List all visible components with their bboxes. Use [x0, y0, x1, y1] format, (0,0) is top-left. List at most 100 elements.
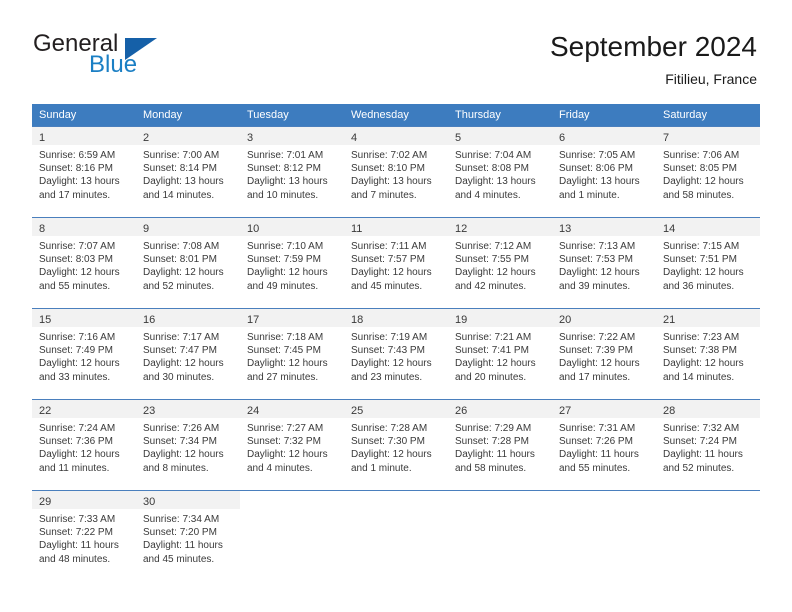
- sunrise-text: Sunrise: 7:22 AM: [559, 332, 636, 343]
- day-number: 20: [559, 314, 572, 326]
- sunset-text: Sunset: 8:03 PM: [39, 254, 113, 266]
- day-details: Sunrise: 7:18 AM Sunset: 7:45 PM Daylight:…: [240, 327, 344, 384]
- day-number: 22: [39, 405, 52, 417]
- calendar-day-cell[interactable]: 2 Sunrise: 7:00 AM Sunset: 8:14 PM Daylight…: [136, 126, 240, 218]
- day-number-band: 24: [240, 400, 344, 418]
- day-details: Sunrise: 7:28 AM Sunset: 7:30 PM Daylight:…: [344, 418, 448, 475]
- calendar-day-cell[interactable]: 30 Sunrise: 7:34 AM Sunset: 7:20 PM Dayligh…: [136, 490, 240, 581]
- daylight-text-line2: and 7 minutes.: [351, 189, 417, 201]
- sunset-text: Sunset: 8:16 PM: [39, 163, 113, 175]
- day-number-band: 2: [136, 127, 240, 145]
- calendar-day-cell[interactable]: 18 Sunrise: 7:19 AM Sunset: 7:43 PM Dayligh…: [344, 308, 448, 400]
- sunset-text: Sunset: 7:51 PM: [663, 254, 737, 266]
- calendar-day-cell[interactable]: 5 Sunrise: 7:04 AM Sunset: 8:08 PM Daylight…: [448, 126, 552, 218]
- calendar-day-cell[interactable]: 1 Sunrise: 6:59 AM Sunset: 8:16 PM Daylight…: [32, 126, 136, 218]
- calendar-week-row: 29 Sunrise: 7:33 AM Sunset: 7:22 PM Dayligh…: [32, 490, 760, 581]
- calendar-day-cell[interactable]: 4 Sunrise: 7:02 AM Sunset: 8:10 PM Daylight…: [344, 126, 448, 218]
- sunset-text: Sunset: 7:55 PM: [455, 254, 529, 266]
- calendar-body: 1 Sunrise: 6:59 AM Sunset: 8:16 PM Daylight…: [32, 126, 760, 581]
- day-number: 5: [455, 132, 462, 144]
- general-blue-logo[interactable]: General Blue: [33, 32, 233, 82]
- sunset-text: Sunset: 7:32 PM: [247, 436, 321, 448]
- day-number: 29: [39, 496, 52, 508]
- sunrise-text: Sunrise: 7:16 AM: [39, 332, 116, 343]
- calendar-cell-empty: [240, 490, 344, 581]
- daylight-text-line1: Daylight: 12 hours: [663, 267, 744, 279]
- calendar-day-cell[interactable]: 17 Sunrise: 7:18 AM Sunset: 7:45 PM Dayligh…: [240, 308, 344, 400]
- day-details: Sunrise: 7:34 AM Sunset: 7:20 PM Daylight:…: [136, 509, 240, 566]
- calendar-day-cell[interactable]: 11 Sunrise: 7:11 AM Sunset: 7:57 PM Dayligh…: [344, 217, 448, 309]
- sunset-text: Sunset: 7:30 PM: [351, 436, 425, 448]
- calendar-day-cell[interactable]: 16 Sunrise: 7:17 AM Sunset: 7:47 PM Dayligh…: [136, 308, 240, 400]
- day-number: 28: [663, 405, 676, 417]
- day-details: Sunrise: 7:29 AM Sunset: 7:28 PM Daylight:…: [448, 418, 552, 475]
- calendar-day-cell[interactable]: 3 Sunrise: 7:01 AM Sunset: 8:12 PM Daylight…: [240, 126, 344, 218]
- weekday-header-friday: Friday: [552, 104, 656, 127]
- calendar-day-cell[interactable]: 21 Sunrise: 7:23 AM Sunset: 7:38 PM Dayligh…: [656, 308, 760, 400]
- page-header: General Blue September 2024 Fitilieu, Fr…: [0, 0, 792, 104]
- sunset-text: Sunset: 7:49 PM: [39, 345, 113, 357]
- calendar-day-cell[interactable]: 23 Sunrise: 7:26 AM Sunset: 7:34 PM Dayligh…: [136, 399, 240, 491]
- calendar-day-cell[interactable]: 9 Sunrise: 7:08 AM Sunset: 8:01 PM Daylight…: [136, 217, 240, 309]
- sunrise-text: Sunrise: 7:00 AM: [143, 150, 220, 161]
- calendar-day-cell[interactable]: 29 Sunrise: 7:33 AM Sunset: 7:22 PM Dayligh…: [32, 490, 136, 581]
- daylight-text-line2: and 55 minutes.: [559, 462, 631, 474]
- daylight-text-line1: Daylight: 11 hours: [143, 540, 223, 552]
- day-number-band: 4: [344, 127, 448, 145]
- daylight-text-line1: Daylight: 13 hours: [559, 176, 640, 188]
- day-number: 19: [455, 314, 468, 326]
- calendar-day-cell[interactable]: 19 Sunrise: 7:21 AM Sunset: 7:41 PM Dayligh…: [448, 308, 552, 400]
- day-details: Sunrise: 7:27 AM Sunset: 7:32 PM Daylight:…: [240, 418, 344, 475]
- sunset-text: Sunset: 7:43 PM: [351, 345, 425, 357]
- calendar-day-cell[interactable]: 15 Sunrise: 7:16 AM Sunset: 7:49 PM Dayligh…: [32, 308, 136, 400]
- day-details: Sunrise: 7:22 AM Sunset: 7:39 PM Daylight:…: [552, 327, 656, 384]
- sunrise-text: Sunrise: 7:33 AM: [39, 514, 116, 525]
- day-details: Sunrise: 7:00 AM Sunset: 8:14 PM Daylight:…: [136, 145, 240, 202]
- daylight-text-line1: Daylight: 12 hours: [39, 267, 120, 279]
- daylight-text-line1: Daylight: 12 hours: [663, 176, 744, 188]
- day-details: Sunrise: 7:01 AM Sunset: 8:12 PM Daylight:…: [240, 145, 344, 202]
- calendar-day-cell[interactable]: 13 Sunrise: 7:13 AM Sunset: 7:53 PM Dayligh…: [552, 217, 656, 309]
- daylight-text-line1: Daylight: 12 hours: [455, 358, 536, 370]
- sunrise-text: Sunrise: 7:23 AM: [663, 332, 740, 343]
- daylight-text-line2: and 45 minutes.: [143, 553, 215, 565]
- sunset-text: Sunset: 7:57 PM: [351, 254, 425, 266]
- calendar-day-cell[interactable]: 24 Sunrise: 7:27 AM Sunset: 7:32 PM Dayligh…: [240, 399, 344, 491]
- daylight-text-line1: Daylight: 13 hours: [247, 176, 328, 188]
- sunset-text: Sunset: 7:53 PM: [559, 254, 633, 266]
- day-number-band: 9: [136, 218, 240, 236]
- day-number: 25: [351, 405, 364, 417]
- day-number: 1: [39, 132, 46, 144]
- calendar-day-cell[interactable]: 26 Sunrise: 7:29 AM Sunset: 7:28 PM Dayligh…: [448, 399, 552, 491]
- daylight-text-line1: Daylight: 12 hours: [39, 449, 120, 461]
- calendar-day-cell[interactable]: 8 Sunrise: 7:07 AM Sunset: 8:03 PM Daylight…: [32, 217, 136, 309]
- calendar-day-cell[interactable]: 27 Sunrise: 7:31 AM Sunset: 7:26 PM Dayligh…: [552, 399, 656, 491]
- sunrise-text: Sunrise: 7:29 AM: [455, 423, 532, 434]
- daylight-text-line1: Daylight: 12 hours: [143, 267, 224, 279]
- calendar-day-cell[interactable]: 14 Sunrise: 7:15 AM Sunset: 7:51 PM Dayligh…: [656, 217, 760, 309]
- day-number: 6: [559, 132, 566, 144]
- day-number: 3: [247, 132, 254, 144]
- daylight-text-line2: and 58 minutes.: [455, 462, 527, 474]
- calendar-day-cell[interactable]: 7 Sunrise: 7:06 AM Sunset: 8:05 PM Daylight…: [656, 126, 760, 218]
- sunrise-text: Sunrise: 7:19 AM: [351, 332, 428, 343]
- sunrise-text: Sunrise: 6:59 AM: [39, 150, 116, 161]
- weekday-header-monday: Monday: [136, 104, 240, 127]
- calendar-day-cell[interactable]: 25 Sunrise: 7:28 AM Sunset: 7:30 PM Dayligh…: [344, 399, 448, 491]
- calendar-week-row: 1 Sunrise: 6:59 AM Sunset: 8:16 PM Daylight…: [32, 126, 760, 218]
- calendar-day-cell[interactable]: 28 Sunrise: 7:32 AM Sunset: 7:24 PM Dayligh…: [656, 399, 760, 491]
- calendar-day-cell[interactable]: 22 Sunrise: 7:24 AM Sunset: 7:36 PM Dayligh…: [32, 399, 136, 491]
- day-number-band: 15: [32, 309, 136, 327]
- day-number-band: 27: [552, 400, 656, 418]
- day-details: Sunrise: 7:17 AM Sunset: 7:47 PM Daylight:…: [136, 327, 240, 384]
- sunset-text: Sunset: 8:05 PM: [663, 163, 737, 175]
- day-number-band: 26: [448, 400, 552, 418]
- calendar-day-cell[interactable]: 20 Sunrise: 7:22 AM Sunset: 7:39 PM Dayligh…: [552, 308, 656, 400]
- daylight-text-line2: and 14 minutes.: [143, 189, 215, 201]
- calendar-day-cell[interactable]: 10 Sunrise: 7:10 AM Sunset: 7:59 PM Dayligh…: [240, 217, 344, 309]
- sunset-text: Sunset: 7:26 PM: [559, 436, 633, 448]
- calendar-week-row: 8 Sunrise: 7:07 AM Sunset: 8:03 PM Daylight…: [32, 217, 760, 309]
- calendar-day-cell[interactable]: 12 Sunrise: 7:12 AM Sunset: 7:55 PM Dayligh…: [448, 217, 552, 309]
- calendar-day-cell[interactable]: 6 Sunrise: 7:05 AM Sunset: 8:06 PM Daylight…: [552, 126, 656, 218]
- day-details: Sunrise: 7:16 AM Sunset: 7:49 PM Daylight:…: [32, 327, 136, 384]
